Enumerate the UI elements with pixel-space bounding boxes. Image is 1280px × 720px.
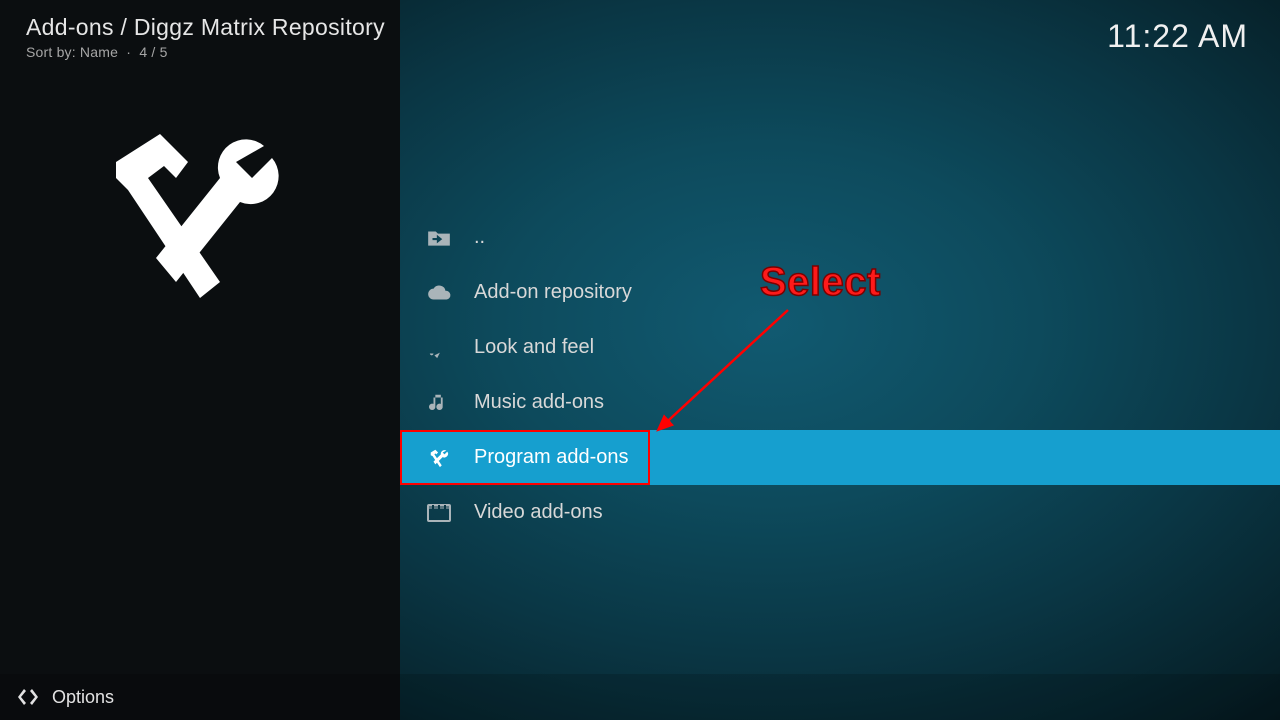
sort-by-label: Sort by: Name <box>26 44 118 60</box>
sort-line: Sort by: Name · 4 / 5 <box>26 44 168 60</box>
options-icon[interactable] <box>14 683 42 711</box>
footer-bar: Options <box>0 674 1280 720</box>
list-item-video-addons[interactable]: Video add-ons <box>400 485 1280 540</box>
annotation-select-label: Select <box>760 260 881 305</box>
list-item-label: Video add-ons <box>474 501 603 524</box>
list-item-label: Music add-ons <box>474 391 604 414</box>
cloud-icon <box>424 281 454 305</box>
tools-icon <box>424 446 454 470</box>
list-item-program-addons[interactable]: Program add-ons <box>400 430 1280 485</box>
breadcrumb: Add-ons / Diggz Matrix Repository <box>26 14 385 41</box>
sort-separator: · <box>122 44 139 60</box>
list-item-label: .. <box>474 226 485 249</box>
options-label[interactable]: Options <box>52 687 114 708</box>
paint-icon <box>424 336 454 360</box>
music-icon <box>424 391 454 415</box>
item-counter: 4 / 5 <box>139 44 167 60</box>
category-art-tools-icon <box>96 118 296 318</box>
side-panel: Add-ons / Diggz Matrix Repository Sort b… <box>0 0 400 720</box>
list-item-label: Program add-ons <box>474 446 629 469</box>
list-item-music-addons[interactable]: Music add-ons <box>400 375 1280 430</box>
clock: 11:22 AM <box>1107 18 1248 55</box>
folder-up-icon <box>424 226 454 250</box>
list-item-label: Look and feel <box>474 336 594 359</box>
list-item-label: Add-on repository <box>474 281 632 304</box>
list-item-parent[interactable]: .. <box>400 210 1280 265</box>
video-icon <box>424 501 454 525</box>
list-item-look-and-feel[interactable]: Look and feel <box>400 320 1280 375</box>
